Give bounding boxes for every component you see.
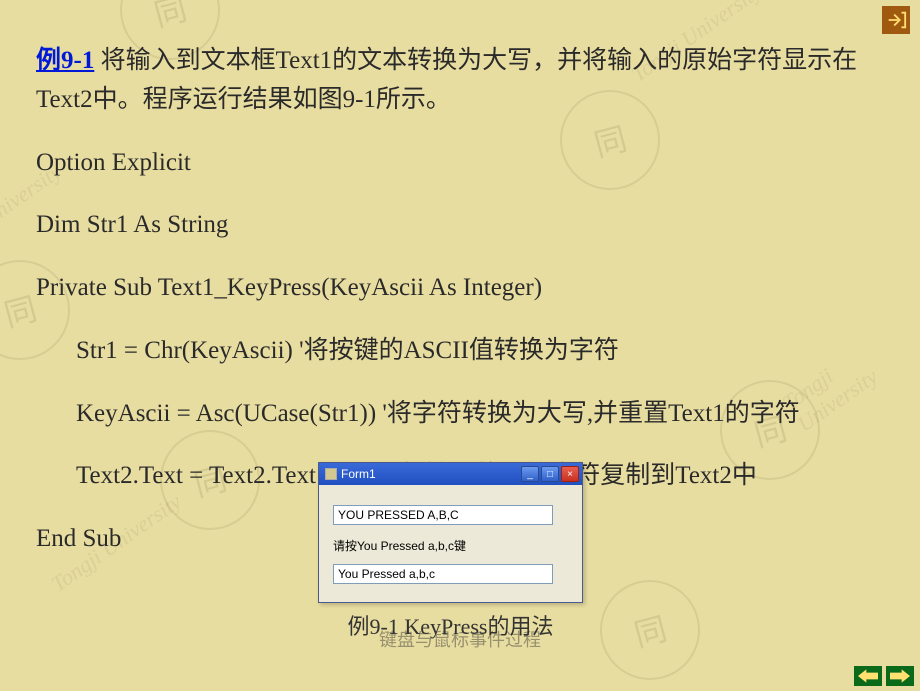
code-line: Dim Str1 As String — [36, 206, 884, 245]
window-icon — [325, 468, 337, 480]
maximize-button[interactable]: □ — [541, 466, 559, 482]
nav-arrows — [854, 666, 914, 686]
prev-slide-button[interactable] — [854, 666, 882, 686]
exit-arrow-icon — [885, 9, 907, 31]
form-label: 请按You Pressed a,b,c键 — [333, 537, 568, 554]
close-button[interactable]: × — [561, 466, 579, 482]
window-title: Form1 — [341, 467, 376, 481]
form1-window: Form1 _ □ × 请按You Pressed a,b,c键 — [318, 462, 583, 603]
code-line: KeyAscii = Asc(UCase(Str1)) '将字符转换为大写,并重… — [36, 395, 884, 434]
window-client-area: 请按You Pressed a,b,c键 — [319, 485, 582, 602]
example-text: 将输入到文本框Text1的文本转换为大写，并将输入的原始字符显示在Text2中。… — [36, 47, 857, 113]
example-description: 例9-1 将输入到文本框Text1的文本转换为大写，并将输入的原始字符显示在Te… — [36, 42, 884, 120]
exit-button[interactable] — [882, 6, 910, 34]
code-line: Option Explicit — [36, 144, 884, 183]
minimize-button[interactable]: _ — [521, 466, 539, 482]
text2-input[interactable] — [333, 564, 553, 584]
arrow-right-icon — [890, 669, 910, 683]
code-line: Private Sub Text1_KeyPress(KeyAscii As I… — [36, 269, 884, 308]
arrow-left-icon — [858, 669, 878, 683]
next-slide-button[interactable] — [886, 666, 914, 686]
footer-note: 键盘与鼠标事件过程 — [0, 626, 920, 652]
figure-9-1: Form1 _ □ × 请按You Pressed a,b,c键 例9-1 Ke… — [318, 462, 583, 641]
code-line: Str1 = Chr(KeyAscii) '将按键的ASCII值转换为字符 — [36, 332, 884, 371]
example-link[interactable]: 例9-1 — [36, 47, 94, 74]
titlebar: Form1 _ □ × — [319, 463, 582, 485]
text1-input[interactable] — [333, 505, 553, 525]
